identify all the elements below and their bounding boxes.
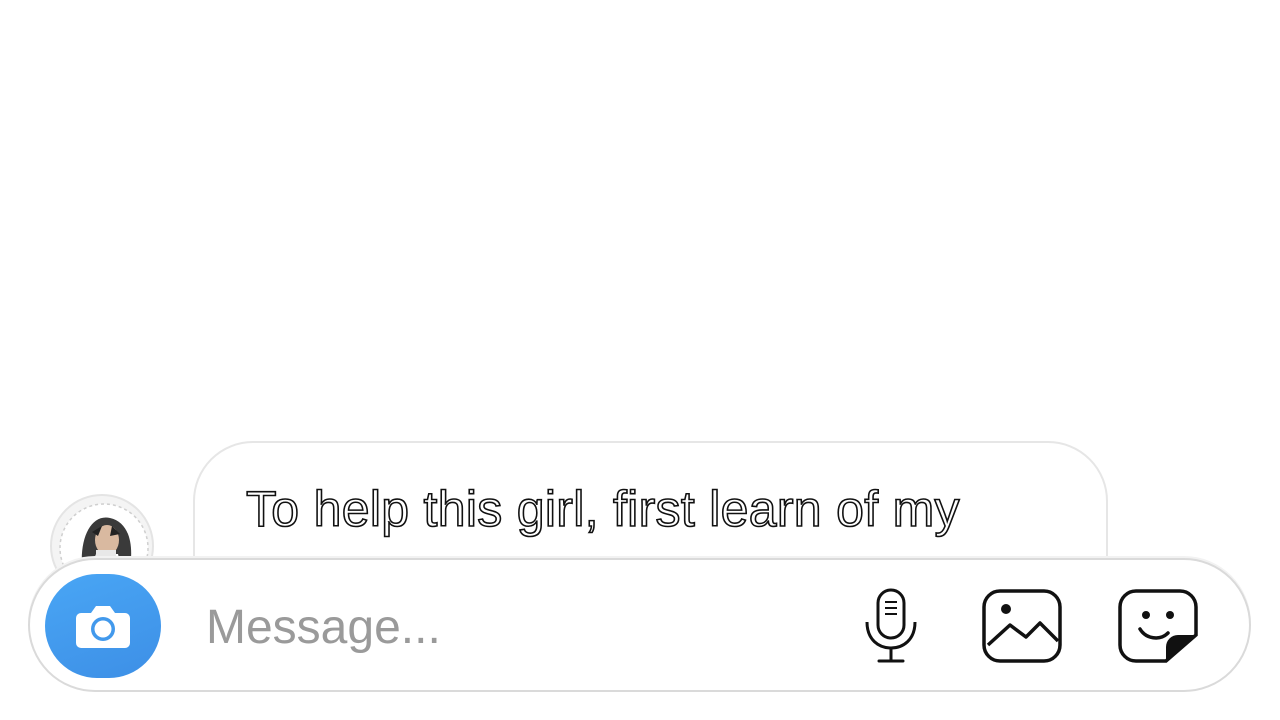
sticker-button[interactable] <box>1114 586 1202 666</box>
gallery-button[interactable] <box>978 586 1066 666</box>
message-input[interactable] <box>206 592 826 662</box>
sticker-icon <box>1118 589 1198 663</box>
message-text: To help this girl, first learn of my <box>245 480 960 538</box>
microphone-icon <box>865 588 917 663</box>
microphone-button[interactable] <box>856 586 926 666</box>
camera-button[interactable] <box>45 574 161 678</box>
gallery-icon <box>982 589 1062 663</box>
chat-screen: To help this girl, first learn of my <box>0 0 1280 720</box>
camera-icon <box>76 606 130 648</box>
